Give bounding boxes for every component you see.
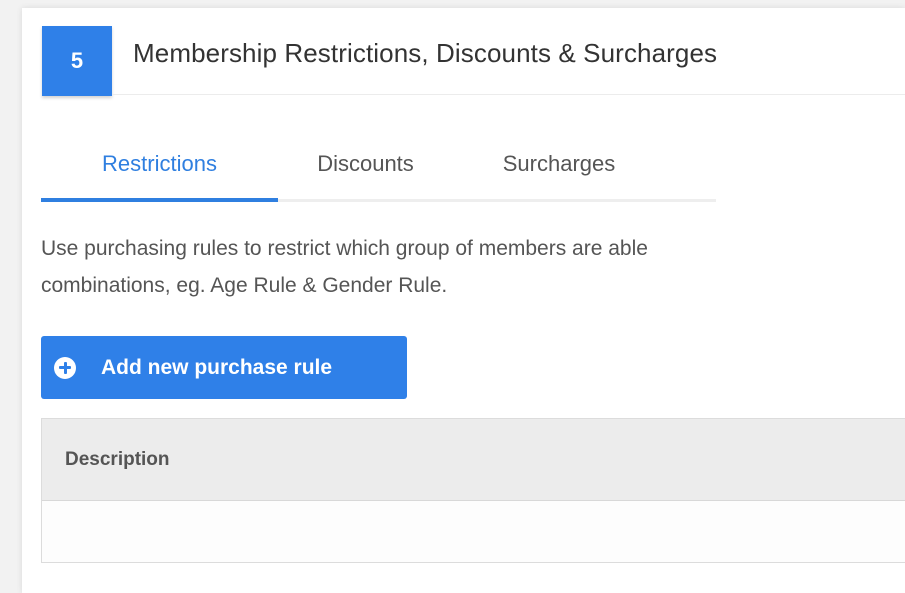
purchase-rules-table: Description (41, 418, 905, 563)
header-divider (112, 94, 905, 95)
tab-surcharges[interactable]: Surcharges (453, 128, 665, 200)
add-purchase-rule-button[interactable]: Add new purchase rule (41, 336, 407, 399)
table-header: Description (42, 419, 905, 501)
step-number-badge: 5 (42, 26, 112, 96)
tab-bar: Restrictions Discounts Surcharges (41, 128, 716, 202)
step-number: 5 (70, 48, 84, 73)
table-body-empty (42, 501, 905, 562)
add-purchase-rule-label: Add new purchase rule (101, 355, 333, 379)
tab-restrictions[interactable]: Restrictions (41, 128, 278, 200)
section-title: Membership Restrictions, Discounts & Sur… (133, 38, 718, 68)
description-line-1: Use purchasing rules to restrict which g… (41, 237, 648, 260)
tab-discounts[interactable]: Discounts (278, 128, 453, 200)
tab-active-indicator (41, 198, 278, 202)
description-line-2: combinations, eg. Age Rule & Gender Rule… (41, 274, 448, 297)
section-card: 5 Membership Restrictions, Discounts & S… (22, 8, 905, 593)
plus-circle-icon (54, 356, 76, 379)
description-text: Use purchasing rules to restrict which g… (41, 230, 905, 304)
column-header-description: Description (65, 448, 170, 470)
